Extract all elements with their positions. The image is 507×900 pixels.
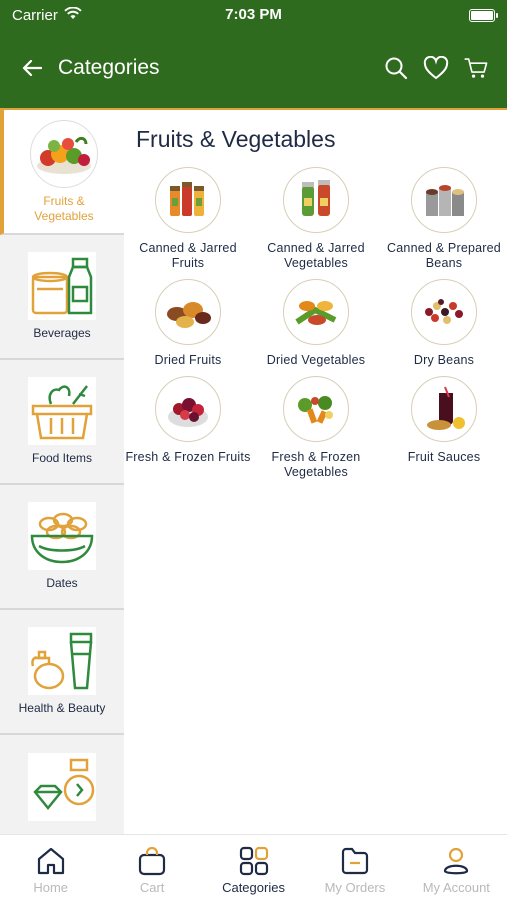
tab-label: Home: [33, 880, 69, 895]
dates-bowl-icon: [28, 502, 96, 570]
heart-icon[interactable]: [423, 55, 449, 81]
cart-icon[interactable]: [463, 55, 489, 81]
sidebar-item-dates[interactable]: Dates: [0, 485, 124, 610]
subcategory-grid: Canned & Jarred Fruits Canned & Jarred V…: [124, 153, 507, 480]
tab-my-orders[interactable]: My Orders: [304, 835, 405, 900]
subcategory-label: Fruit Sauces: [407, 450, 481, 464]
fruit-sauce-image: [411, 376, 477, 442]
sidebar-item-label: Food Items: [31, 451, 93, 465]
carrier-label: Carrier: [12, 6, 58, 24]
subcategory-label: Fresh & Frozen Fruits: [125, 450, 251, 464]
cans-beans-image: [411, 167, 477, 233]
subcategory-label: Fresh & Frozen Vegetables: [271, 450, 361, 479]
back-arrow-icon[interactable]: [20, 56, 44, 80]
section-title: Fruits & Vegetables: [136, 126, 336, 152]
orders-folder-icon: [339, 845, 371, 877]
status-bar: Carrier: [0, 0, 507, 30]
sidebar-item-label: Dates: [46, 576, 78, 590]
category-sidebar[interactable]: Fruits & Vegetables Beverages Food Items…: [0, 110, 124, 834]
tab-cart[interactable]: Cart: [101, 835, 202, 900]
beverages-icon: [28, 252, 96, 320]
jars-fruits-image: [155, 167, 221, 233]
home-icon: [35, 845, 67, 877]
sidebar-item-label: Beverages: [33, 326, 91, 340]
categories-grid-icon: [238, 845, 270, 877]
category-content: Fruits & Vegetables Canned & Jarred Frui…: [124, 110, 507, 834]
subcategory-fresh-frozen-fruits[interactable]: Fresh & Frozen Fruits: [124, 376, 252, 480]
food-basket-icon: [28, 377, 96, 445]
app-header: Carrier 7:03 PM Categories: [0, 0, 507, 110]
subcategory-label: Canned & Prepared Beans: [387, 241, 501, 270]
subcategory-label: Dried Vegetables: [266, 353, 366, 367]
subcategory-canned-jarred-vegetables[interactable]: Canned & Jarred Vegetables: [252, 167, 380, 271]
sidebar-item-jewelry[interactable]: [0, 735, 124, 834]
subcategory-canned-jarred-fruits[interactable]: Canned & Jarred Fruits: [124, 167, 252, 271]
page-title: Categories: [58, 56, 160, 79]
dried-vegetables-image: [283, 279, 349, 345]
search-icon[interactable]: [383, 55, 409, 81]
jewelry-watch-icon: [28, 753, 96, 821]
subcategory-label: Canned & Jarred Vegetables: [267, 241, 365, 270]
wifi-icon: [64, 6, 82, 24]
tab-label: Cart: [139, 880, 165, 895]
sidebar-item-fruits-vegetables[interactable]: Fruits & Vegetables: [0, 110, 124, 235]
battery-icon: [469, 8, 498, 22]
bottom-tab-bar: Home Cart Categories My Orders My Accoun…: [0, 834, 507, 900]
sidebar-item-label: Health & Beauty: [18, 701, 106, 715]
tab-label: Categories: [222, 880, 285, 895]
tab-label: My Account: [422, 880, 490, 895]
tab-categories[interactable]: Categories: [203, 835, 304, 900]
sidebar-item-food-items[interactable]: Food Items: [0, 360, 124, 485]
tab-label: My Orders: [324, 880, 386, 895]
subcategory-label: Dry Beans: [413, 353, 475, 367]
subcategory-fresh-frozen-vegetables[interactable]: Fresh & Frozen Vegetables: [252, 376, 380, 480]
sidebar-item-beverages[interactable]: Beverages: [0, 235, 124, 360]
health-beauty-icon: [28, 627, 96, 695]
user-icon: [440, 845, 472, 877]
jars-vegetables-image: [283, 167, 349, 233]
subcategory-dried-vegetables[interactable]: Dried Vegetables: [252, 279, 380, 368]
subcategory-dry-beans[interactable]: Dry Beans: [380, 279, 507, 368]
subcategory-dried-fruits[interactable]: Dried Fruits: [124, 279, 252, 368]
subcategory-canned-prepared-beans[interactable]: Canned & Prepared Beans: [380, 167, 507, 271]
dried-fruits-image: [155, 279, 221, 345]
dry-beans-image: [411, 279, 477, 345]
frozen-berries-image: [155, 376, 221, 442]
fruits-vegetables-icon: [30, 119, 98, 188]
frozen-vegetables-image: [283, 376, 349, 442]
subcategory-fruit-sauces[interactable]: Fruit Sauces: [380, 376, 507, 480]
subcategory-label: Dried Fruits: [154, 353, 222, 367]
subcategory-label: Canned & Jarred Fruits: [139, 241, 237, 270]
shopping-bag-icon: [136, 845, 168, 877]
sidebar-item-label: Fruits & Vegetables: [34, 193, 94, 223]
tab-home[interactable]: Home: [0, 835, 101, 900]
tab-my-account[interactable]: My Account: [406, 835, 507, 900]
sidebar-item-health-beauty[interactable]: Health & Beauty: [0, 610, 124, 735]
